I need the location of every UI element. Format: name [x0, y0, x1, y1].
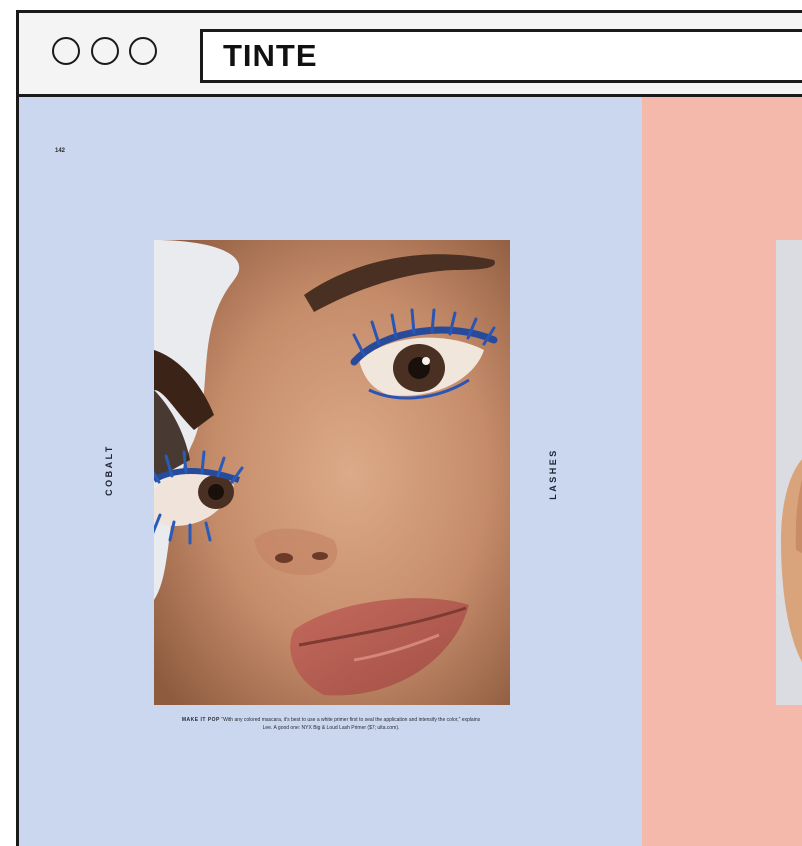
title-bar: TINTE	[19, 13, 802, 97]
magazine-spread: 142 COBALT LASHES MAKE IT POP "With any …	[19, 97, 802, 846]
caption-lead: MAKE IT POP	[181, 717, 220, 723]
tab-title: TINTE	[223, 38, 318, 73]
tab-active[interactable]: TINTE	[200, 29, 802, 83]
browser-window: TINTE 142 COBALT LASHES MAKE IT POP "Wit…	[16, 10, 802, 846]
beauty-photo	[154, 240, 510, 705]
vertical-label-right: LASHES	[547, 448, 558, 500]
maximize-window-button[interactable]	[129, 37, 157, 65]
close-window-button[interactable]	[52, 37, 80, 65]
partial-face-illustration	[776, 240, 802, 705]
minimize-window-button[interactable]	[91, 37, 119, 65]
caption-body: "With any colored mascara, it's best to …	[221, 717, 481, 731]
beauty-photo-partial	[776, 240, 802, 705]
photo-caption: MAKE IT POP "With any colored mascara, i…	[181, 717, 481, 732]
vertical-label-left: COBALT	[103, 444, 114, 496]
face-illustration	[154, 240, 510, 705]
page-number: 142	[55, 148, 66, 154]
page-right	[642, 97, 802, 846]
page-left: 142 COBALT LASHES MAKE IT POP "With any …	[19, 97, 642, 846]
